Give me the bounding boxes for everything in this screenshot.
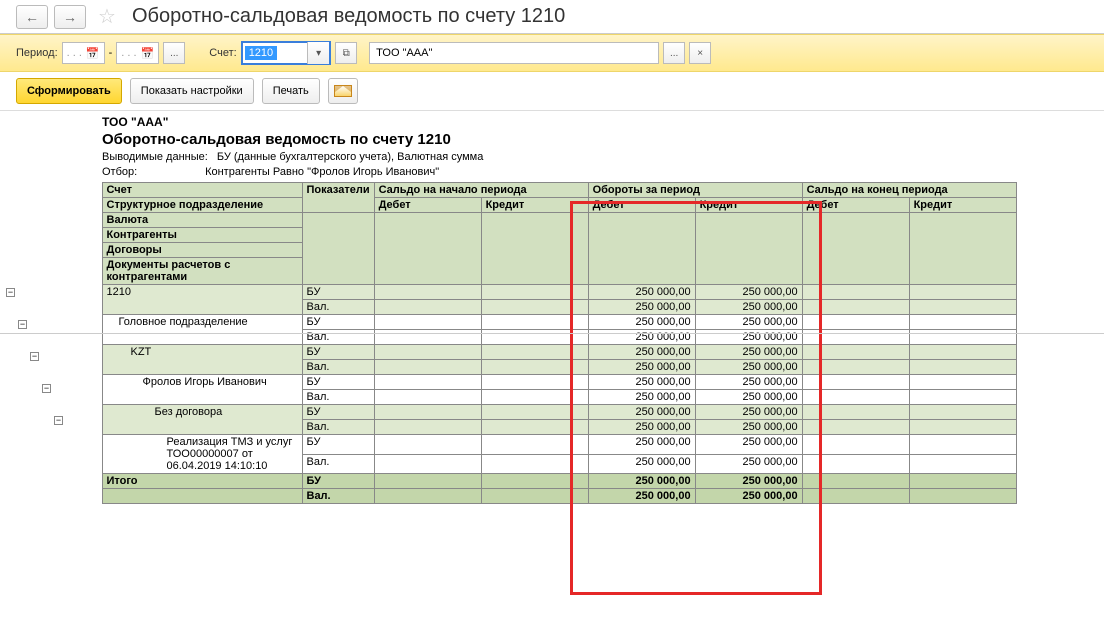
back-button[interactable]: ←: [16, 5, 48, 29]
print-button[interactable]: Печать: [262, 78, 320, 104]
organization-field[interactable]: ТОО "ААА": [369, 42, 659, 64]
organization-value: ТОО "ААА": [376, 47, 432, 59]
col-debit1: Дебет: [374, 198, 481, 213]
page-title: Оборотно-сальдовая ведомость по счету 12…: [132, 5, 565, 28]
row-name: Головное подразделение: [102, 315, 302, 345]
tree-collapse-icon[interactable]: −: [42, 384, 51, 393]
table-row: 1210БУ250 000,00250 000,00: [16, 285, 1016, 300]
calendar-icon[interactable]: 📅: [141, 47, 155, 60]
col-indicators: Показатели: [302, 183, 374, 213]
meta2-value: Контрагенты Равно "Фролов Игорь Иванович…: [205, 166, 439, 178]
col-open-balance: Сальдо на начало периода: [374, 183, 588, 198]
favorite-star-icon[interactable]: ☆: [98, 4, 116, 29]
col-close-balance: Сальдо на конец периода: [802, 183, 1016, 198]
account-open-button[interactable]: ⧉: [335, 42, 357, 64]
date-from-field[interactable]: . . . 📅: [62, 42, 105, 64]
table-row: Реализация ТМЗ и услуг ТОО00000007 от 06…: [16, 435, 1016, 455]
email-button[interactable]: [328, 78, 358, 104]
meta2-label: Отбор:: [102, 166, 196, 178]
report-org: ТОО "ААА": [102, 115, 1088, 129]
col-account: Счет: [102, 183, 302, 198]
col-turnover: Обороты за период: [588, 183, 802, 198]
table-row: Фролов Игорь ИвановичБУ250 000,00250 000…: [16, 375, 1016, 390]
account-value: 1210: [245, 46, 277, 60]
row-name: Фролов Игорь Иванович: [102, 375, 302, 405]
date-to-field[interactable]: . . . 📅: [116, 42, 159, 64]
total-label: Итого: [102, 474, 302, 489]
date-from-value: . . .: [67, 47, 82, 59]
meta1-value: БУ (данные бухгалтерского учета), Валютн…: [217, 151, 484, 163]
organization-clear-button[interactable]: ×: [689, 42, 711, 64]
row-name: KZT: [102, 345, 302, 375]
col-credit1: Кредит: [481, 198, 588, 213]
balance-table: Счет Показатели Сальдо на начало периода…: [16, 182, 1017, 504]
account-label: Счет:: [209, 47, 236, 59]
tree-collapse-icon[interactable]: −: [54, 416, 63, 425]
table-row: KZTБУ250 000,00250 000,00: [16, 345, 1016, 360]
account-dropdown-icon[interactable]: ▾: [307, 42, 329, 64]
mail-icon: [334, 85, 352, 97]
row-name: Без договора: [102, 405, 302, 435]
forward-button[interactable]: →: [54, 5, 86, 29]
table-row: Головное подразделениеБУ250 000,00250 00…: [16, 315, 1016, 330]
tree-collapse-icon[interactable]: −: [6, 288, 15, 297]
tree-collapse-icon[interactable]: −: [18, 320, 27, 329]
tree-collapse-icon[interactable]: −: [30, 352, 39, 361]
meta1-label: Выводимые данные:: [102, 151, 208, 163]
date-to-value: . . .: [121, 47, 136, 59]
period-label: Период:: [16, 47, 58, 59]
table-row: Без договораБУ250 000,00250 000,00: [16, 405, 1016, 420]
period-select-button[interactable]: ...: [163, 42, 185, 64]
account-field[interactable]: 1210 ▾: [241, 41, 331, 65]
show-settings-button[interactable]: Показать настройки: [130, 78, 254, 104]
row-name: 1210: [102, 285, 302, 315]
col-credit2: Кредит: [695, 198, 802, 213]
form-button[interactable]: Сформировать: [16, 78, 122, 104]
report-title: Оборотно-сальдовая ведомость по счету 12…: [102, 131, 1088, 148]
col-debit2: Дебет: [588, 198, 695, 213]
date-dash: -: [109, 47, 113, 59]
organization-select-button[interactable]: ...: [663, 42, 685, 64]
calendar-icon[interactable]: 📅: [86, 47, 100, 60]
row-name: Реализация ТМЗ и услуг ТОО00000007 от 06…: [102, 435, 302, 474]
col-debit3: Дебет: [802, 198, 909, 213]
row2-label: Структурное подразделение: [102, 198, 302, 213]
col-credit3: Кредит: [909, 198, 1016, 213]
